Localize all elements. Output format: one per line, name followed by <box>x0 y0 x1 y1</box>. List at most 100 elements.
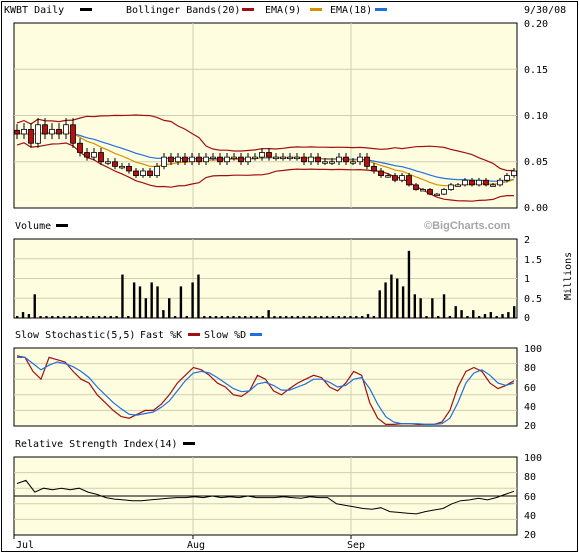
price-candle <box>147 170 153 177</box>
volume-bar <box>419 298 422 318</box>
volume-bar <box>396 278 399 318</box>
price-candle <box>21 128 27 135</box>
volume-bar <box>226 316 229 318</box>
price-candle <box>182 156 188 163</box>
volume-bar <box>331 316 335 318</box>
price-candle <box>371 165 377 172</box>
volume-tick: 1.5 <box>524 255 542 266</box>
volume-bar <box>208 316 212 318</box>
volume-bar <box>401 286 405 318</box>
volume-bar <box>121 274 124 318</box>
price-candle <box>490 184 496 187</box>
volume-bar <box>220 316 224 318</box>
rsi-tick: 60 <box>524 492 536 503</box>
price-candle <box>364 156 370 167</box>
price-candle <box>77 142 83 153</box>
price-candle <box>112 161 118 167</box>
price-candle <box>70 124 76 144</box>
price-candle <box>203 156 209 163</box>
price-candle <box>406 175 412 186</box>
price-candle <box>105 161 111 164</box>
ticker-swatch <box>80 8 92 11</box>
price-candle <box>217 156 223 163</box>
price-candle <box>469 179 475 186</box>
volume-bar <box>483 314 487 318</box>
price-candle <box>504 175 510 181</box>
volume-bar <box>454 306 457 318</box>
price-candle <box>399 175 405 181</box>
volume-bar <box>86 316 89 318</box>
volume-bar <box>513 306 516 318</box>
price-candle <box>175 156 181 163</box>
price-candle <box>161 156 167 167</box>
price-tick: 0.05 <box>524 157 548 168</box>
price-candle <box>357 156 363 163</box>
price-tick: 0.00 <box>524 203 548 214</box>
volume-title: Volume <box>15 221 51 232</box>
price-candle <box>238 156 244 163</box>
price-candle <box>294 156 300 160</box>
price-candle <box>483 179 489 186</box>
price-tick: 0.20 <box>524 19 548 30</box>
volume-bar <box>261 316 264 318</box>
slow-d-swatch <box>250 333 262 336</box>
volume-bar <box>296 316 300 318</box>
price-candle <box>273 156 279 160</box>
price-candle <box>280 156 286 160</box>
volume-bar <box>80 316 83 318</box>
price-candle <box>231 156 237 160</box>
price-candle <box>189 156 195 163</box>
fast-k-swatch <box>188 333 200 336</box>
fast-k-label: Fast %K <box>140 330 182 341</box>
volume-bar <box>62 316 66 318</box>
price-candle <box>343 156 349 163</box>
price-candle <box>42 124 48 135</box>
volume-bar <box>232 316 235 318</box>
volume-bar <box>495 316 498 318</box>
price-candle <box>63 124 69 135</box>
volume-bar <box>413 294 416 318</box>
price-candle <box>448 184 454 190</box>
price-candle <box>154 165 160 177</box>
rsi-tick: 40 <box>524 511 536 522</box>
volume-bar <box>489 312 493 318</box>
volume-bar <box>372 316 376 318</box>
price-candle <box>420 189 426 192</box>
volume-bar <box>185 316 188 318</box>
volume-bar <box>132 282 136 318</box>
price-candle <box>91 152 97 158</box>
volume-bar <box>355 316 358 318</box>
volume-bar <box>173 316 177 318</box>
volume-bar <box>279 316 282 318</box>
price-candle <box>308 156 314 163</box>
price-candle <box>455 184 461 187</box>
stock-chart: KWBT Daily Bollinger Bands(20) EMA(9) EM… <box>1 1 578 552</box>
volume-bar <box>290 316 294 318</box>
volume-bar <box>507 312 510 318</box>
volume-bar <box>179 286 183 318</box>
volume-bar <box>501 314 504 318</box>
price-candle <box>266 152 272 158</box>
price-candle <box>441 189 447 195</box>
volume-bar <box>109 316 112 318</box>
price-candle <box>35 124 41 144</box>
price-candle <box>413 184 419 190</box>
volume-bar <box>144 298 148 318</box>
volume-bar <box>325 316 329 318</box>
volume-bar <box>477 316 481 318</box>
price-tick: 0.15 <box>524 65 548 76</box>
volume-bar <box>162 310 165 318</box>
volume-tick: 0 <box>524 313 530 324</box>
volume-bar <box>244 316 247 318</box>
volume-bar <box>320 316 323 318</box>
volume-tick: 2 <box>524 235 530 246</box>
price-candle <box>462 179 468 186</box>
price-candle <box>476 179 482 186</box>
watermark: ©BigCharts.com <box>424 220 511 232</box>
volume-bar <box>343 316 346 318</box>
volume-bar <box>360 316 364 318</box>
volume-bar <box>314 316 317 318</box>
price-candle <box>210 156 216 160</box>
volume-bar <box>51 316 54 318</box>
price-candle <box>133 170 139 177</box>
